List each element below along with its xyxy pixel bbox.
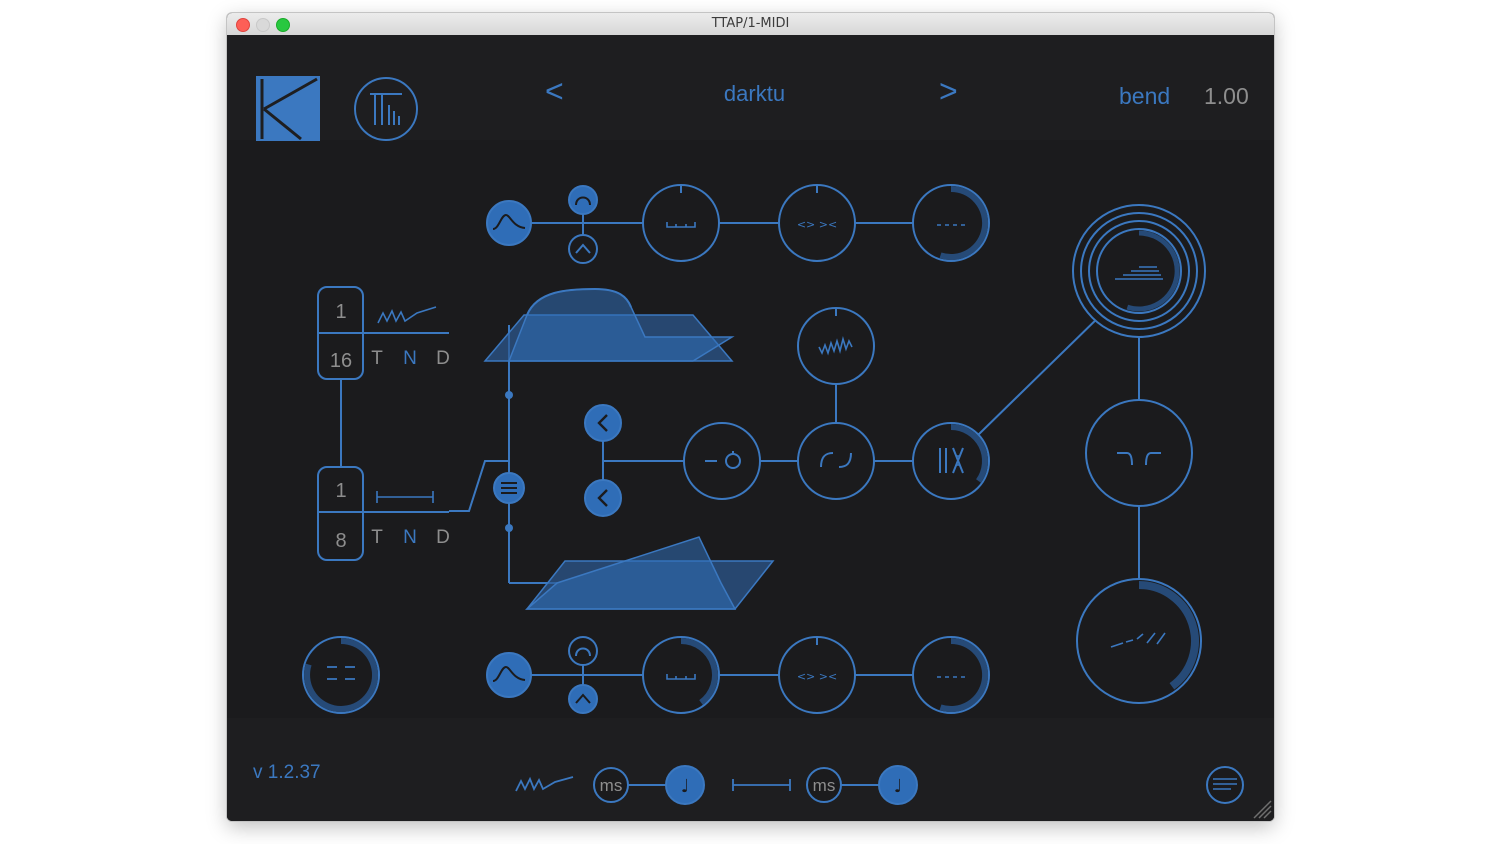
plugin-window: TTAP/1-MIDI <> >< <> >< 1 16 T N D 1 8 T… [227, 13, 1274, 821]
previous-preset-button[interactable]: < [545, 73, 564, 110]
top-mode-normal[interactable]: N [403, 348, 417, 369]
bottom-envelope-shape-panel[interactable] [524, 536, 775, 610]
note-icon: ♩ [681, 776, 690, 797]
title-bar[interactable]: TTAP/1-MIDI [227, 13, 1274, 36]
bottom-time-knob[interactable] [642, 636, 720, 714]
stereo-width-knob[interactable] [1085, 399, 1193, 507]
plugin-panel: <> >< <> >< 1 16 T N D 1 8 T N D ms ♩ ms… [227, 35, 1274, 821]
bottom-envelope-button[interactable] [486, 652, 532, 698]
signal-flow-canvas: <> >< <> >< 1 16 T N D 1 8 T N D ms ♩ ms… [256, 76, 1272, 819]
top-filter-curve-up-icon[interactable] [568, 185, 598, 215]
crossfade-knob[interactable] [797, 422, 875, 500]
version-label: v 1.2.37 [253, 762, 321, 783]
ms-mode-label-2: ms [813, 776, 836, 795]
junction-dot [505, 524, 513, 532]
reverse-button-top[interactable] [584, 404, 622, 442]
svg-text:<> ><: <> >< [797, 670, 837, 683]
bottom-division-numerator[interactable]: 1 [335, 480, 346, 502]
bottom-mode-normal[interactable]: N [403, 527, 417, 548]
top-envelope-shape-panel[interactable] [483, 287, 735, 362]
output-meter-rings[interactable] [1072, 204, 1206, 338]
bottom-division-denominator[interactable]: 8 [335, 530, 346, 552]
resize-grip-icon[interactable] [1253, 800, 1272, 819]
brand-logo[interactable] [256, 76, 320, 141]
parameter-name: bend [1119, 83, 1171, 109]
bottom-filter-curve-down-icon[interactable] [568, 684, 598, 714]
top-filter-curve-down-icon[interactable] [568, 234, 598, 264]
junction-dot [505, 391, 513, 399]
reverse-button-bottom[interactable] [584, 479, 622, 517]
top-mode-dotted[interactable]: D [436, 348, 450, 369]
pitch-shift-knob[interactable] [912, 422, 990, 500]
top-division-denominator[interactable]: 16 [330, 350, 352, 372]
preset-name[interactable]: darktu [667, 81, 842, 107]
offset-knob[interactable] [683, 422, 761, 500]
flat-rate-icon [732, 779, 791, 791]
note-icon: ♩ [894, 776, 903, 797]
bottom-mode-triplet[interactable]: T [371, 527, 383, 548]
ms-mode-label-1: ms [600, 776, 623, 795]
output-level-knob[interactable] [302, 636, 380, 714]
top-feedback-knob[interactable] [912, 184, 990, 262]
top-mode-triplet[interactable]: T [371, 348, 383, 369]
mix-knob[interactable] [1076, 578, 1202, 704]
svg-text:<> ><: <> >< [797, 218, 837, 231]
next-preset-button[interactable]: > [939, 73, 958, 110]
bottom-filter-curve-up-icon[interactable] [568, 636, 598, 666]
ttap-logo-icon[interactable] [354, 77, 418, 141]
top-envelope-button[interactable] [486, 200, 532, 246]
sawtooth-rate-icon [515, 776, 574, 792]
window-title: TTAP/1-MIDI [711, 16, 790, 31]
settings-menu-button[interactable] [1206, 766, 1244, 804]
top-division-numerator[interactable]: 1 [335, 301, 346, 323]
top-spread-knob[interactable]: <> >< [778, 184, 856, 262]
bottom-feedback-knob[interactable] [912, 636, 990, 714]
parameter-value: 1.00 [1204, 83, 1249, 109]
bottom-mode-dotted[interactable]: D [436, 527, 450, 548]
bottom-spread-knob[interactable]: <> >< [778, 636, 856, 714]
channel-menu-button[interactable] [493, 472, 525, 504]
modulation-knob[interactable] [797, 307, 875, 385]
top-time-knob[interactable] [642, 184, 720, 262]
